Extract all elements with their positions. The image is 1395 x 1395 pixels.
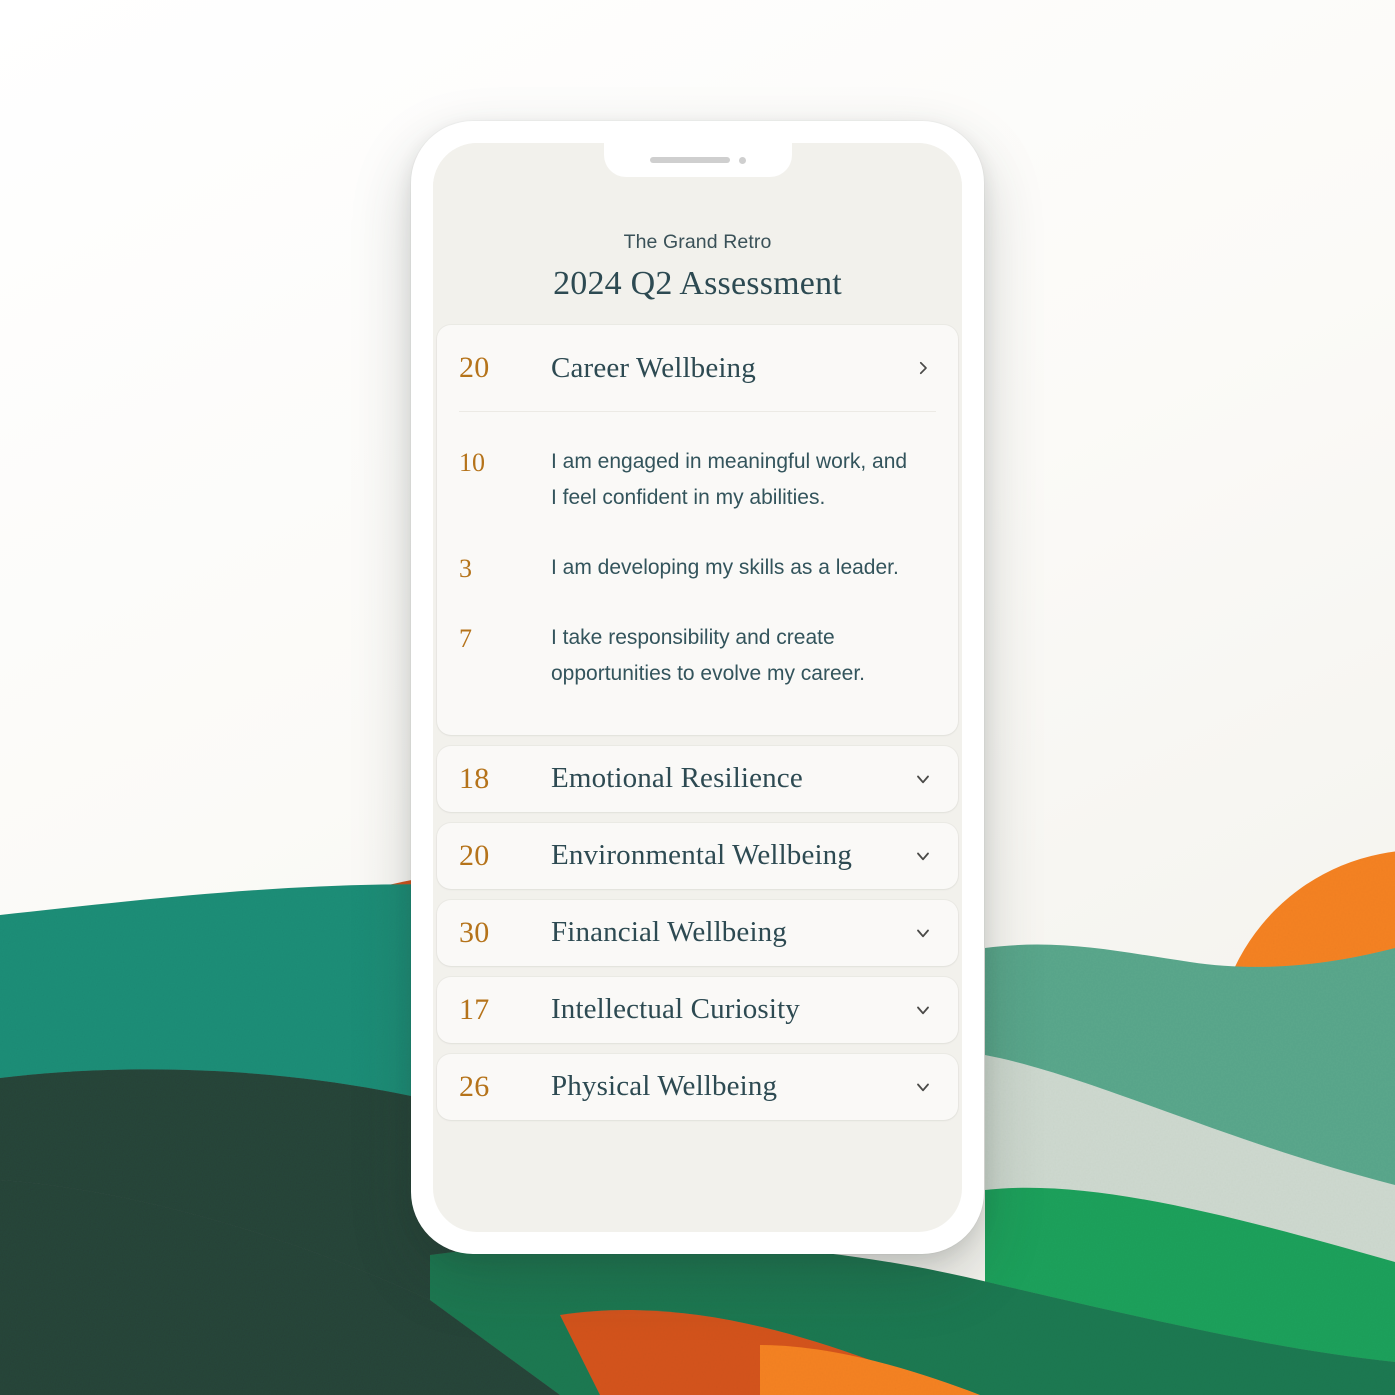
statement-text: I am engaged in meaningful work, and I f… [551,450,908,510]
front-camera-icon [738,156,746,164]
category-header-career-wellbeing[interactable]: 20 Career Wellbeing [437,325,958,411]
chevron-down-icon[interactable] [910,843,936,869]
chevron-down-icon[interactable] [910,766,936,792]
chevron-right-icon[interactable] [910,355,936,381]
phone-notch [603,143,792,177]
statement-score: 7 [459,624,472,654]
category-score: 18 [459,761,490,795]
statement-list: 10 I am engaged in meaningful work, and … [437,412,958,735]
page-title: 2024 Q2 Assessment [553,265,842,302]
statement-row[interactable]: 3 I am developing my skills as a leader. [459,532,936,602]
chevron-down-icon[interactable] [910,1074,936,1100]
category-score: 17 [459,992,490,1026]
chevron-down-icon[interactable] [910,920,936,946]
category-name: Emotional Resilience [551,762,803,795]
statement-row[interactable]: 7 I take responsibility and create oppor… [459,602,936,708]
category-list: 20 Career Wellbeing 10 I am engaged in m… [433,325,962,1120]
brand-label: The Grand Retro [623,231,772,253]
statement-score: 3 [459,554,472,584]
category-row-physical-wellbeing[interactable]: 26 Physical Wellbeing [437,1053,958,1120]
speaker-grille-icon [649,157,730,163]
statement-score: 10 [459,448,485,477]
statement-text: I am developing my skills as a leader. [551,556,899,580]
phone-screen: The Grand Retro 2024 Q2 Assessment 20 Ca… [433,143,962,1232]
chevron-down-icon[interactable] [910,997,936,1023]
category-name: Intellectual Curiosity [551,993,800,1026]
category-score: 20 [459,838,490,872]
category-card-expanded: 20 Career Wellbeing 10 I am engaged in m… [437,325,958,735]
category-row-environmental-wellbeing[interactable]: 20 Environmental Wellbeing [437,822,958,889]
phone-device: The Grand Retro 2024 Q2 Assessment 20 Ca… [411,121,984,1254]
category-row-intellectual-curiosity[interactable]: 17 Intellectual Curiosity [437,976,958,1043]
category-row-financial-wellbeing[interactable]: 30 Financial Wellbeing [437,899,958,966]
category-score: 20 [459,351,490,384]
category-name: Environmental Wellbeing [551,839,852,872]
category-score: 30 [459,915,490,949]
category-name: Physical Wellbeing [551,1070,778,1103]
statement-text: I take responsibility and create opportu… [551,626,865,686]
category-score: 26 [459,1069,490,1103]
statement-row[interactable]: 10 I am engaged in meaningful work, and … [459,426,936,532]
category-name: Career Wellbeing [551,351,756,384]
category-name: Financial Wellbeing [551,916,787,949]
category-row-emotional-resilience[interactable]: 18 Emotional Resilience [437,745,958,812]
